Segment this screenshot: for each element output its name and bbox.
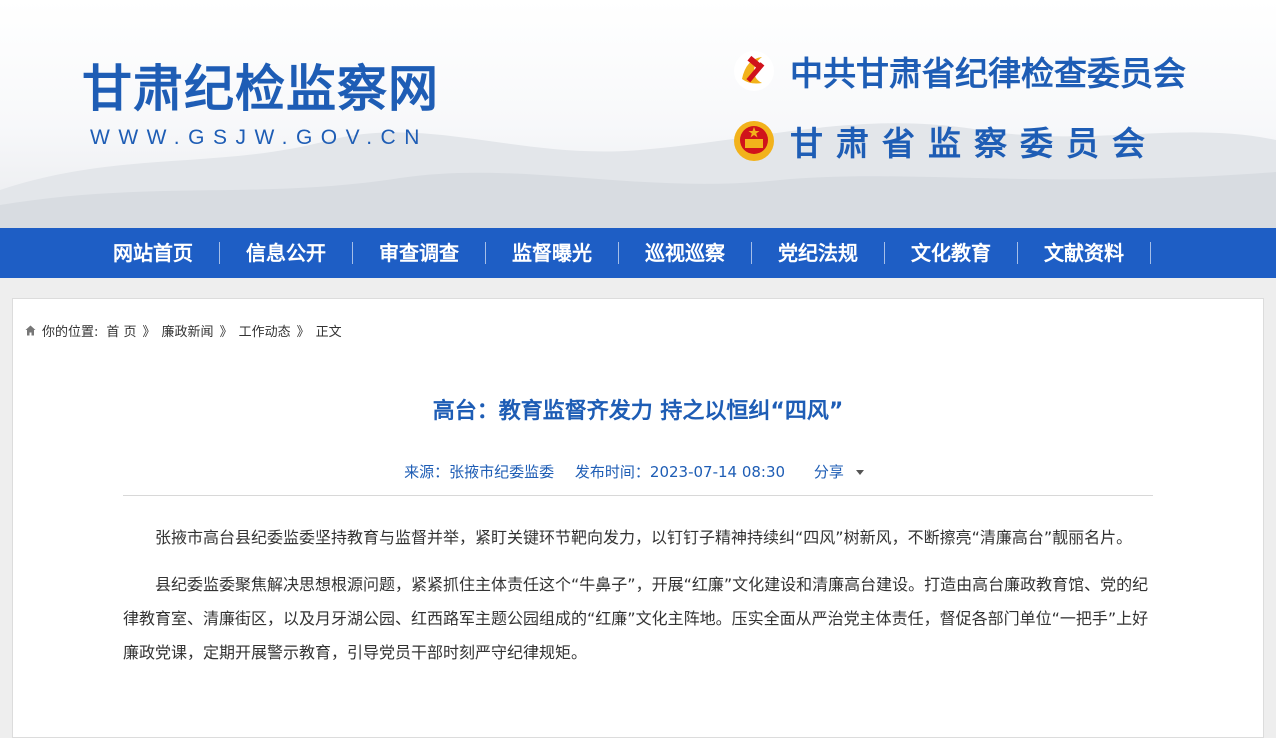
org-name-supervision: 甘肃省监察委员会	[790, 124, 1158, 163]
org-line-supervision: 甘肃省监察委员会	[732, 116, 1158, 166]
site-title[interactable]: 甘肃纪检监察网	[82, 58, 439, 120]
nav-separator	[1150, 242, 1151, 264]
site-header: 甘肃纪检监察网 WWW.GSJW.GOV.CN 中共甘肃省纪律检查委员会 甘肃省…	[0, 0, 1276, 228]
article-publish-time: 发布时间：2023-07-14 08:30	[574, 463, 786, 481]
breadcrumb-separator: 》	[219, 325, 233, 340]
caret-down-icon	[855, 470, 864, 475]
breadcrumb-separator: 》	[296, 325, 310, 340]
org-name-commission: 中共甘肃省纪律检查委员会	[790, 54, 1186, 93]
divider	[123, 495, 1153, 496]
breadcrumb-current: 正文	[315, 325, 342, 340]
party-emblem-icon	[734, 51, 774, 91]
breadcrumb: 你的位置: 首 页 》 廉政新闻 》 工作动态 》 正文	[25, 321, 342, 340]
article-paragraph: 县纪委监委聚焦解决思想根源问题，紧紧抓住主体责任这个“牛鼻子”，开展“红廉”文化…	[123, 575, 1149, 662]
site-url: WWW.GSJW.GOV.CN	[90, 126, 428, 149]
nav-item-exposure[interactable]: 监督曝光	[486, 228, 618, 278]
article-meta: 来源：张掖市纪委监委 发布时间：2023-07-14 08:30 分享	[13, 461, 1263, 482]
breadcrumb-news[interactable]: 廉政新闻	[162, 321, 214, 340]
nav-item-investigation[interactable]: 审查调查	[353, 228, 485, 278]
breadcrumb-separator: 》	[142, 325, 156, 340]
breadcrumb-prefix: 你的位置:	[42, 325, 99, 340]
article-paragraph: 张掖市高台县纪委监委坚持教育与监督并举，紧盯关键环节靶向发力，以钉钉子精神持续纠…	[155, 528, 1133, 547]
article-source: 来源：张掖市纪委监委	[404, 463, 555, 481]
breadcrumb-home[interactable]: 首 页	[106, 321, 136, 340]
nav-item-info-disclosure[interactable]: 信息公开	[220, 228, 352, 278]
share-label: 分享	[813, 463, 844, 481]
home-icon	[25, 325, 36, 336]
main-nav: 网站首页 信息公开 审查调查 监督曝光 巡视巡察 党纪法规 文化教育 文献资料	[0, 228, 1276, 278]
nav-item-culture[interactable]: 文化教育	[885, 228, 1017, 278]
article-card: 你的位置: 首 页 》 廉政新闻 》 工作动态 》 正文 高台：教育监督齐发力 …	[12, 298, 1264, 738]
article-title: 高台：教育监督齐发力 持之以恒纠“四风”	[432, 399, 844, 424]
nav-item-regulations[interactable]: 党纪法规	[752, 228, 884, 278]
article-body: 张掖市高台县纪委监委坚持教育与监督并举，紧盯关键环节靶向发力，以钉钉子精神持续纠…	[123, 521, 1153, 683]
breadcrumb-work-updates[interactable]: 工作动态	[239, 321, 291, 340]
org-line-commission: 中共甘肃省纪律检查委员会	[732, 46, 1186, 96]
share-button[interactable]: 分享	[806, 463, 872, 481]
national-emblem-icon	[734, 121, 774, 161]
nav-item-inspection[interactable]: 巡视巡察	[619, 228, 751, 278]
nav-item-documents[interactable]: 文献资料	[1018, 228, 1150, 278]
nav-item-home[interactable]: 网站首页	[87, 228, 219, 278]
